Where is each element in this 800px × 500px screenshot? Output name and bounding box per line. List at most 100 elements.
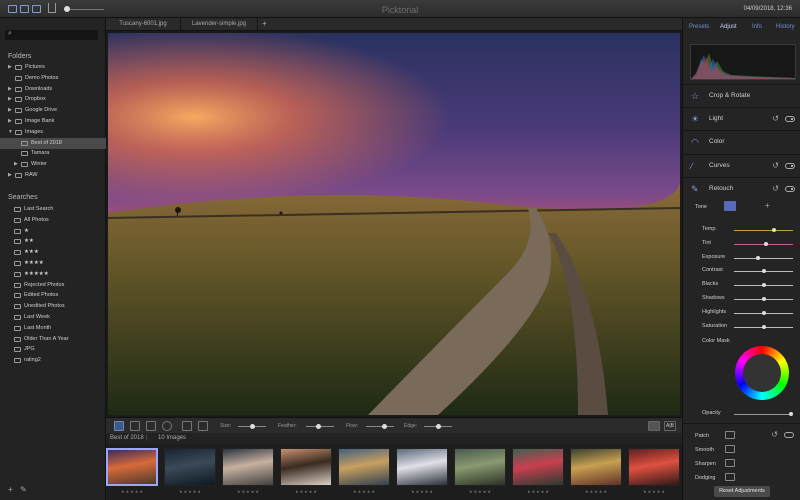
retouch-tool-icon[interactable]	[725, 459, 735, 467]
thumbnail[interactable]	[454, 448, 506, 486]
toggle-switch[interactable]	[785, 186, 795, 192]
slider-knob[interactable]	[761, 283, 766, 288]
search-item[interactable]: ★★★	[0, 247, 106, 258]
slider-knob[interactable]	[761, 310, 766, 315]
tool-curves[interactable]: ∕ Curves ↺	[683, 156, 800, 176]
adjustment-row[interactable]: Highlights	[683, 307, 800, 319]
tab-info[interactable]: Info	[752, 24, 762, 30]
reset-adjustments-button[interactable]: Reset Adjustments	[714, 486, 770, 497]
thumbnail[interactable]	[628, 448, 680, 486]
edit-icon[interactable]: ✎	[20, 485, 27, 494]
tool-crop-rotate[interactable]: ☆ Crop & Rotate	[683, 86, 800, 106]
new-tab-button[interactable]: +	[260, 20, 269, 29]
thumbnail[interactable]	[338, 448, 390, 486]
disclosure-arrow-icon[interactable]: ▶	[8, 62, 14, 73]
disclosure-arrow-icon[interactable]: ▶	[8, 170, 14, 181]
adjustment-slider[interactable]	[734, 324, 793, 329]
thumbnail[interactable]	[106, 448, 158, 486]
adjustment-slider[interactable]	[734, 297, 793, 301]
mask-tool-icon[interactable]	[182, 421, 192, 431]
invert-mask-icon[interactable]	[198, 421, 208, 431]
disclosure-arrow-icon[interactable]: ▶	[8, 116, 14, 127]
rating-stars[interactable]: ★★★★★	[527, 489, 550, 494]
brush-tool-icon[interactable]	[114, 421, 124, 431]
thumbnail[interactable]	[512, 448, 564, 486]
image-canvas[interactable]	[106, 31, 682, 417]
toggle-switch[interactable]	[785, 163, 795, 169]
search-item[interactable]: ★★	[0, 236, 106, 247]
search-item[interactable]: ★	[0, 226, 106, 237]
adjustment-slider[interactable]	[734, 310, 793, 315]
single-view-icon[interactable]	[648, 421, 660, 431]
slider-knob[interactable]	[764, 241, 769, 246]
thumbnail[interactable]	[222, 448, 274, 486]
search-item[interactable]: ★★★★★	[0, 269, 106, 280]
search-item[interactable]: ★★★★	[0, 258, 106, 269]
adjustment-row[interactable]: Blacks	[683, 279, 800, 291]
adjustment-slider[interactable]	[734, 269, 793, 274]
slider-knob[interactable]	[755, 255, 760, 260]
tab-lavender[interactable]: Lavender-simple.jpg	[181, 18, 258, 31]
disclosure-arrow-icon[interactable]: ▶	[8, 94, 14, 105]
folder-item[interactable]: ▶ RAW	[0, 170, 106, 181]
folder-item[interactable]: ▶ Dropbox	[0, 94, 106, 105]
thumbnail[interactable]	[164, 448, 216, 486]
adjustment-slider[interactable]	[734, 241, 793, 246]
search-item[interactable]: Last Search	[0, 204, 106, 215]
ab-view-button[interactable]: A|B	[664, 421, 676, 431]
rating-stars[interactable]: ★★★★★	[295, 489, 318, 494]
undo-icon[interactable]: ↺	[772, 114, 779, 123]
folder-item[interactable]: ▼ Images	[0, 127, 106, 138]
adjustment-row[interactable]: Tint	[683, 238, 800, 250]
folder-item[interactable]: ▶ Google Drive	[0, 105, 106, 116]
tab-history[interactable]: History	[776, 24, 795, 30]
tool-color[interactable]: ◠ Color	[683, 132, 800, 152]
thumbnail[interactable]	[280, 448, 332, 486]
tone-curve-icon[interactable]	[724, 201, 736, 211]
adjustment-row[interactable]: Contrast	[683, 265, 800, 277]
adjustment-slider[interactable]	[734, 228, 793, 232]
search-item[interactable]: Last Week	[0, 312, 106, 323]
tool-light[interactable]: ☀ Light ↺	[683, 109, 800, 129]
add-adjustment-button[interactable]: +	[765, 201, 770, 210]
thumbnail[interactable]	[396, 448, 448, 486]
tab-tuscany[interactable]: Tuscany-6001.jpg	[106, 18, 181, 31]
rating-stars[interactable]: ★★★★★	[237, 489, 260, 494]
tab-adjust[interactable]: Adjust	[720, 24, 737, 30]
slider-knob[interactable]	[761, 324, 766, 329]
search-item[interactable]: Last Month	[0, 323, 106, 334]
folder-item[interactable]: Tamara	[0, 148, 106, 159]
toggle-switch[interactable]	[785, 116, 795, 122]
color-mask-wheel[interactable]	[735, 346, 789, 400]
size-slider[interactable]	[238, 424, 266, 429]
toggle-switch[interactable]	[784, 432, 794, 438]
folder-item[interactable]: ▶ Image Bank	[0, 116, 106, 127]
disclosure-arrow-icon[interactable]: ▶	[8, 105, 14, 116]
tool-retouch[interactable]: ✎ Retouch ↺	[683, 179, 800, 199]
search-item[interactable]: Rejected Photos	[0, 280, 106, 291]
undo-icon[interactable]: ↺	[772, 161, 779, 170]
adjustment-slider[interactable]	[734, 283, 793, 288]
search-item[interactable]: rating2	[0, 355, 106, 366]
slider-knob[interactable]	[772, 228, 777, 232]
rating-stars[interactable]: ★★★★★	[121, 489, 144, 494]
folder-item[interactable]: ▶ Pictures	[0, 62, 106, 73]
eraser-tool-icon[interactable]	[130, 421, 140, 431]
radial-tool-icon[interactable]	[162, 421, 172, 431]
rating-stars[interactable]: ★★★★★	[643, 489, 666, 494]
search-input[interactable]: ⌕	[5, 30, 98, 40]
folder-item[interactable]: ▶ Winter	[0, 159, 106, 170]
rating-stars[interactable]: ★★★★★	[585, 489, 608, 494]
rating-stars[interactable]: ★★★★★	[179, 489, 202, 494]
slider-knob[interactable]	[761, 297, 766, 301]
folder-item[interactable]: ▶ Downloads	[0, 84, 106, 95]
tab-presets[interactable]: Presets	[689, 24, 709, 30]
rating-stars[interactable]: ★★★★★	[469, 489, 492, 494]
search-item[interactable]: Older Than A Year	[0, 334, 106, 345]
feather-slider[interactable]	[306, 424, 334, 429]
main-photo[interactable]	[108, 33, 680, 415]
search-item[interactable]: Unedited Photos	[0, 301, 106, 312]
gradient-tool-icon[interactable]	[146, 421, 156, 431]
add-folder-button[interactable]: +	[8, 485, 13, 494]
undo-icon[interactable]: ↺	[772, 184, 779, 193]
